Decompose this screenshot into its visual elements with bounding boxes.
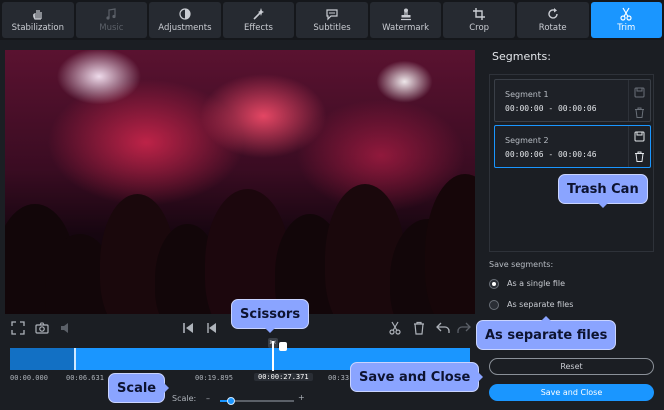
tab-label: Effects — [244, 23, 273, 33]
fullscreen-icon[interactable] — [11, 321, 25, 335]
callout-scale: Scale — [108, 373, 170, 403]
segment-range: 00:00:00 - 00:00:06 — [505, 104, 597, 113]
cut-scissors-icon[interactable] — [388, 321, 402, 335]
hand-stabilization-icon — [32, 10, 42, 20]
snapshot-camera-icon[interactable] — [35, 321, 49, 335]
tick-label: 00:19.895 — [195, 374, 233, 382]
tab-crop[interactable]: Crop — [443, 2, 515, 38]
tab-label: Crop — [469, 23, 490, 33]
tab-watermark[interactable]: Watermark — [369, 2, 442, 38]
rotate-icon — [548, 8, 558, 19]
speech-bubble-icon — [326, 9, 338, 21]
tab-trim[interactable]: Trim — [590, 2, 663, 38]
tab-subtitles[interactable]: Subtitles — [296, 2, 368, 38]
current-time: 00:00:27.371 — [254, 373, 313, 381]
tab-label: Rotate — [538, 23, 567, 33]
tab-label: Subtitles — [313, 23, 351, 33]
segment-name: Segment 1 — [505, 90, 549, 99]
stamp-icon — [400, 8, 411, 21]
timeline-segment-1[interactable] — [10, 348, 76, 370]
tab-stabilization[interactable]: Stabilization — [2, 2, 74, 38]
radio-separate-files-label[interactable]: As separate files — [507, 300, 573, 309]
tick-label: 00:06.631 — [66, 374, 104, 382]
contrast-icon — [179, 8, 191, 20]
scale-slider-knob[interactable] — [227, 397, 236, 405]
segment-card-1[interactable]: Segment 1 00:00:00 - 00:00:06 — [494, 79, 651, 122]
tab-label: Music — [99, 23, 124, 33]
skip-to-start-icon[interactable] — [181, 321, 195, 335]
zoom-out-button[interactable]: – — [206, 394, 210, 403]
radio-single-file[interactable] — [489, 279, 499, 289]
tab-music[interactable]: Music — [75, 2, 148, 38]
redo-icon[interactable] — [457, 321, 471, 335]
crowd-silhouette — [5, 164, 475, 314]
playhead-line[interactable] — [272, 341, 274, 371]
tab-label: Trim — [617, 23, 636, 33]
segment-name: Segment 2 — [505, 136, 549, 145]
save-disk-icon[interactable] — [634, 87, 645, 98]
video-preview — [5, 50, 475, 314]
magic-wand-icon — [253, 8, 265, 20]
tab-label: Watermark — [382, 23, 430, 33]
radio-separate-files[interactable] — [489, 300, 499, 310]
top-toolbar: Stabilization Music Adjustments Effects … — [0, 0, 664, 40]
scale-control: Scale: – + — [172, 393, 312, 406]
previous-frame-icon[interactable] — [205, 321, 219, 335]
callout-save-and-close: Save and Close — [350, 362, 484, 392]
tab-rotate[interactable]: Rotate — [516, 2, 589, 38]
callout-as-separate-files: As separate files — [476, 316, 617, 350]
save-disk-icon[interactable] — [634, 131, 645, 142]
music-note-icon — [106, 8, 116, 20]
playhead-handle[interactable] — [279, 342, 287, 351]
trash-icon[interactable] — [634, 151, 645, 162]
radio-single-file-label[interactable]: As a single file — [507, 279, 565, 288]
tick-label: 00:33 — [328, 374, 350, 382]
save-and-close-button[interactable]: Save and Close — [489, 384, 654, 401]
crop-icon — [473, 8, 486, 20]
tab-adjustments[interactable]: Adjustments — [149, 2, 221, 38]
scale-label: Scale: — [172, 394, 197, 403]
scissors-icon — [620, 7, 632, 21]
segment-range: 00:00:06 - 00:00:46 — [505, 150, 597, 159]
tab-label: Stabilization — [11, 23, 64, 33]
scale-slider[interactable] — [220, 397, 294, 405]
segments-title: Segments: — [492, 50, 551, 63]
callout-trash-can: Trash Can — [558, 174, 648, 208]
volume-icon[interactable] — [59, 321, 73, 335]
reset-button[interactable]: Reset — [489, 358, 654, 375]
undo-icon[interactable] — [436, 321, 450, 335]
zoom-in-button[interactable]: + — [298, 393, 305, 402]
tab-label: Adjustments — [158, 23, 212, 33]
tab-effects[interactable]: Effects — [222, 2, 295, 38]
tick-label: 00:00.000 — [10, 374, 48, 382]
save-segments-label: Save segments: — [489, 260, 554, 269]
trash-icon[interactable] — [634, 107, 645, 118]
segment-card-2[interactable]: Segment 2 00:00:06 - 00:00:46 — [494, 125, 651, 168]
callout-scissors: Scissors — [231, 299, 310, 333]
delete-trash-icon[interactable] — [412, 321, 426, 335]
segments-list: Segment 1 00:00:00 - 00:00:06 Segment 2 … — [489, 74, 654, 252]
